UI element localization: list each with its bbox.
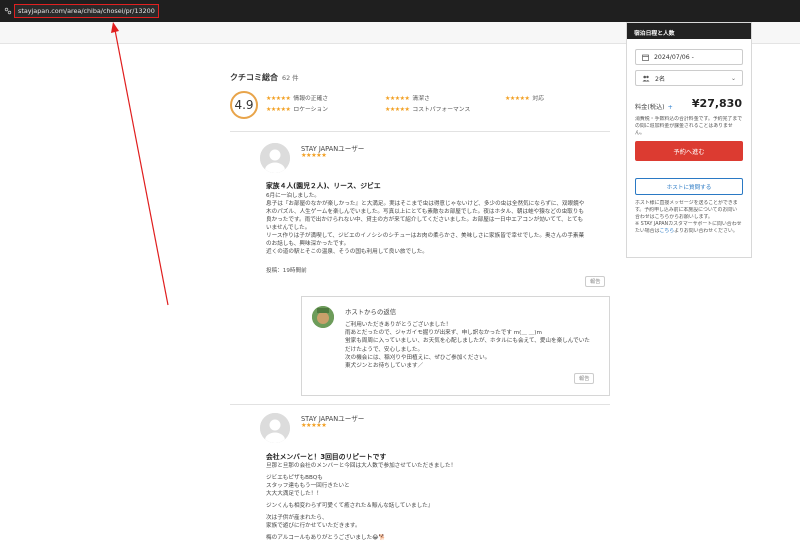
category-label: 対応 bbox=[532, 96, 545, 102]
star-rating: ★★★★★ bbox=[266, 95, 291, 102]
host-reply-body: ご利用いただきありがとうございました！ 雨あとだったので、ジャガイモ掘りが出来ず… bbox=[345, 321, 607, 370]
booking-panel-header: 宿泊日程と人数 bbox=[627, 23, 751, 39]
guests-value: 2名 bbox=[655, 75, 666, 83]
host-reply-title: ホストからの返信 bbox=[345, 308, 397, 316]
note-line: ん。 bbox=[635, 130, 645, 136]
review-line: 息子は『お部屋のなかが楽しかった』と大満足。実はそこまで虫は得意じゃないけど、多… bbox=[266, 201, 585, 207]
price-note: 消費税・手数料込の合計料金です。予約完了まで の間に追加料金が課金されることはあ… bbox=[635, 116, 745, 137]
reply-line: 雨あとだったので、ジャガイモ掘りが出来ず、申し訳なかったです m(＿ ＿)m bbox=[345, 330, 542, 337]
category-cleanliness: ★★★★★ 清潔さ bbox=[385, 93, 430, 102]
host-report-button[interactable]: 報告 bbox=[574, 373, 595, 384]
review-line: いませんでした。 bbox=[266, 225, 311, 231]
review-stars: ★★★★★ bbox=[301, 422, 327, 429]
category-accuracy: ★★★★★ 情報の正確さ bbox=[266, 93, 328, 102]
reply-line: ご利用いただきありがとうございました！ bbox=[345, 322, 452, 328]
chevron-down-icon: ⌄ bbox=[730, 75, 736, 82]
host-photo-icon bbox=[312, 306, 334, 328]
user-avatar bbox=[260, 413, 290, 443]
reply-line: 蛍家も周周に入っていましい、お天気を心配しましたが、ホタルにも会えて、愛山を楽し… bbox=[345, 338, 590, 345]
booking-panel: 宿泊日程と人数 2024/07/06 - 2名 ⌄ 料金(税込) + ¥27,83… bbox=[626, 22, 752, 258]
review-line: 近くの道の駅とそこの温泉、そうの国も利用して良い旅でした。 bbox=[266, 249, 428, 255]
overall-score: 4.9 bbox=[230, 91, 258, 119]
review-body: 旦那と旦那の会社のメンバーと今回は大人数で参加させていただきました！ ジビエもピ… bbox=[266, 462, 606, 542]
people-icon bbox=[642, 75, 650, 81]
price-label: 料金(税込) + bbox=[635, 102, 673, 111]
review-summary: クチコミ総合 62 件 4.9 ★★★★★ 情報の正確さ ★★★★★ 清潔さ ★★★★… bbox=[230, 72, 612, 123]
category-location: ★★★★★ ロケーション bbox=[266, 104, 328, 113]
host-avatar bbox=[312, 306, 334, 328]
reply-line: 東犬ジンとお待ちしています／ bbox=[345, 363, 424, 370]
address-bar[interactable]: stayjapan.com/area/chiba/chosei/pr/13200 bbox=[4, 4, 159, 18]
note-text: たい場合は bbox=[635, 228, 660, 234]
user-silhouette-icon bbox=[260, 143, 290, 173]
note-line: ホスト様に直接メッセージを送ることができま bbox=[635, 200, 738, 206]
user-avatar bbox=[260, 143, 290, 173]
reply-line: だけたようで、安心しました。 bbox=[345, 346, 424, 353]
reply-line: 次の機会には、稲刈りや田植えに、ぜひご参加ください。 bbox=[345, 354, 491, 361]
review-line: 次は子供が産まれたら、 bbox=[266, 515, 328, 521]
rating-summary: 4.9 ★★★★★ 情報の正確さ ★★★★★ 清潔さ ★★★★★ 対応 ★★★★★ ロケ… bbox=[230, 89, 612, 123]
review-line: 旦那と旦那の会社のメンバーと今回は大人数で参加させていただきました！ bbox=[266, 463, 457, 469]
review-line: ジビエもピザもBBQも bbox=[266, 475, 323, 481]
review-title-text: クチコミ総合 bbox=[230, 73, 278, 82]
price-value: ¥27,830 bbox=[691, 97, 742, 110]
site-settings-icon[interactable] bbox=[4, 7, 12, 15]
review-line: リース作りは子が満喫して、ジビエのイノシシのシチューはお肉の柔らかさ、美味しさに… bbox=[266, 233, 585, 239]
date-value: 2024/07/06 - bbox=[654, 53, 694, 61]
guest-select[interactable]: 2名 ⌄ bbox=[635, 70, 743, 86]
category-label: 情報の正確さ bbox=[293, 96, 329, 102]
browser-toolbar: stayjapan.com/area/chiba/chosei/pr/13200 bbox=[0, 0, 800, 22]
category-label: コストパフォーマンス bbox=[412, 107, 471, 113]
user-silhouette-icon bbox=[260, 413, 290, 443]
calendar-icon bbox=[642, 54, 649, 61]
review-line: 家族で遊びに行かせていただきます。 bbox=[266, 523, 361, 529]
category-label: ロケーション bbox=[293, 107, 329, 113]
review-line: 良かったです。雨で出かけられない中、貸主の方が来て紹介してくださいました。お部屋… bbox=[266, 217, 584, 223]
review-line: 6月に一泊しました。 bbox=[266, 193, 320, 199]
review-section-title: クチコミ総合 62 件 bbox=[230, 72, 612, 83]
category-cost: ★★★★★ コストパフォーマンス bbox=[385, 104, 470, 113]
note-line: たい場合はこちらよりお問い合わせください。 bbox=[635, 228, 745, 235]
host-reply: ホストからの返信 ご利用いただきありがとうございました！ 雨あとだったので、ジャ… bbox=[301, 296, 610, 396]
star-rating: ★★★★★ bbox=[505, 95, 530, 102]
report-button[interactable]: 報告 bbox=[585, 276, 606, 287]
review-line: スタッフ達ももう一回行きたいと bbox=[266, 483, 350, 489]
review-stars: ★★★★★ bbox=[301, 152, 327, 159]
note-text: よりお問い合わせください。 bbox=[674, 228, 738, 234]
date-field[interactable]: 2024/07/06 - bbox=[635, 49, 743, 65]
divider bbox=[230, 404, 610, 405]
review-title: 家族４人(園児２人)、リース、ジビエ bbox=[266, 182, 381, 190]
category-label: 清潔さ bbox=[412, 96, 430, 102]
contact-note: ホスト様に直接メッセージを送ることができま す。予約申し込み前に本施設についての… bbox=[635, 200, 745, 235]
review-line: 大大大満足でした！！ bbox=[266, 491, 322, 497]
note-line: 合わせはこちらからお願いします。 bbox=[635, 214, 713, 220]
review-line: のお話しも、興味深かったです。 bbox=[266, 241, 350, 247]
review-line: ジンくんも相変わらず可愛くて癒された＆賑んな話していました』 bbox=[266, 503, 434, 509]
review-line: 梅のアルコールもありがとうございました😂🐕 bbox=[266, 535, 386, 541]
divider bbox=[230, 131, 610, 132]
star-rating: ★★★★★ bbox=[385, 106, 410, 113]
review-line: 木のパズル、人生ゲームを楽しんでいました。写真以上にとても素敵なお部屋でした。夜… bbox=[266, 209, 584, 215]
note-line: 消費税・手数料込の合計料金です。予約完了まで bbox=[635, 116, 743, 122]
support-link[interactable]: こちら bbox=[659, 228, 674, 234]
url-text: stayjapan.com/area/chiba/chosei/pr/13200 bbox=[18, 7, 155, 15]
review-title: 会社メンバーと！3回目のリピートです bbox=[266, 453, 387, 461]
review-posted-time: 投稿：19時間前 bbox=[266, 268, 307, 274]
price-label-text: 料金(税込) bbox=[635, 104, 665, 111]
book-button[interactable]: 予約へ進む bbox=[635, 141, 743, 161]
note-line: ※ STAY JAPANカスタマーサポートに問い合わせ bbox=[635, 221, 742, 227]
price-detail-toggle[interactable]: + bbox=[668, 104, 673, 111]
contact-host-button[interactable]: ホストに質問する bbox=[635, 178, 743, 195]
review-count: 62 件 bbox=[282, 74, 299, 82]
category-response: ★★★★★ 対応 bbox=[505, 93, 544, 102]
note-line: の間に追加料金が課金されることはありませ bbox=[635, 123, 733, 129]
review-body: 6月に一泊しました。 息子は『お部屋のなかが楽しかった』と大満足。実はそこまで虫… bbox=[266, 192, 606, 256]
note-line: す。予約申し込み前に本施設についてのお問い bbox=[635, 207, 738, 213]
star-rating: ★★★★★ bbox=[385, 95, 410, 102]
star-rating: ★★★★★ bbox=[266, 106, 291, 113]
